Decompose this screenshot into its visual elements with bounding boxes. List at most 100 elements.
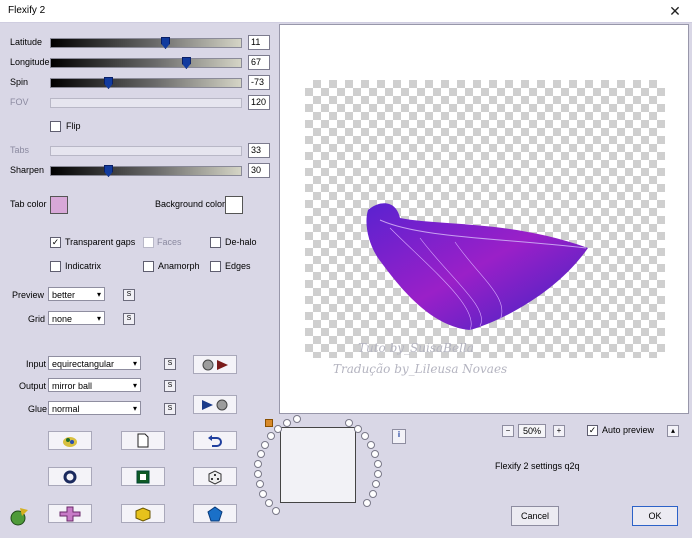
edges-checkbox[interactable] <box>210 261 221 272</box>
background-color-swatch[interactable] <box>225 196 243 214</box>
input-select[interactable]: equirectangular ▾ <box>48 356 141 370</box>
glue-s-button[interactable]: S <box>164 403 176 415</box>
longitude-value-field[interactable]: 67 <box>248 55 270 70</box>
input-label: Input <box>26 359 47 369</box>
cancel-button[interactable]: Cancel <box>511 506 559 526</box>
flip-label: Flip <box>66 121 81 131</box>
latitude-value-field[interactable]: 11 <box>248 35 270 50</box>
box-icon <box>135 506 151 522</box>
transparent-gaps-checkbox[interactable]: ✓ <box>50 237 61 248</box>
navigator-thumbnail[interactable] <box>280 427 356 503</box>
longitude-slider[interactable] <box>50 57 242 69</box>
undo-icon <box>208 434 222 447</box>
navigator-dot[interactable] <box>367 440 376 449</box>
cross-shape-button[interactable] <box>48 504 92 523</box>
indicatrix-checkbox[interactable] <box>50 261 61 272</box>
frame-button[interactable] <box>121 467 165 486</box>
anamorph-label: Anamorph <box>158 261 200 271</box>
tab-color-swatch[interactable] <box>50 196 68 214</box>
output-select[interactable]: mirror ball ▾ <box>48 378 141 392</box>
zoom-value: 50% <box>518 424 546 438</box>
sharpen-slider[interactable] <box>50 165 242 177</box>
navigator-dot[interactable] <box>259 489 268 498</box>
auto-preview-label: Auto preview <box>602 425 655 435</box>
ok-button[interactable]: OK <box>632 506 678 526</box>
preview-quality-select[interactable]: better ▾ <box>48 287 105 301</box>
navigator-dot[interactable] <box>353 425 362 434</box>
faces-checkbox[interactable] <box>143 237 154 248</box>
navigator-dot[interactable] <box>371 450 380 459</box>
latitude-label: Latitude <box>10 37 43 47</box>
ring-icon <box>63 470 77 483</box>
navigator-dot[interactable] <box>254 460 263 469</box>
navigator-dot[interactable] <box>282 419 291 428</box>
navigator-dot[interactable] <box>271 506 280 515</box>
zoom-out-button[interactable]: − <box>502 425 514 437</box>
output-s-button[interactable]: S <box>164 380 176 392</box>
spin-slider-thumb[interactable] <box>104 77 113 89</box>
collapse-icon[interactable]: ▴ <box>667 425 679 437</box>
navigator-marker[interactable] <box>265 419 273 427</box>
tabs-value-field[interactable]: 33 <box>248 143 270 158</box>
ring-button[interactable] <box>48 467 92 486</box>
info-icon[interactable]: i <box>392 429 406 444</box>
navigator-dot[interactable] <box>363 498 372 507</box>
de-halo-checkbox[interactable] <box>210 237 221 248</box>
glue-select[interactable]: normal ▾ <box>48 401 141 415</box>
spin-label: Spin <box>10 77 29 87</box>
grid-s-button[interactable]: S <box>123 313 135 325</box>
navigator-dot[interactable] <box>361 432 370 441</box>
output-label: Output <box>19 381 47 391</box>
navigator-dot[interactable] <box>372 480 381 489</box>
sharpen-value-field[interactable]: 30 <box>248 163 270 178</box>
longitude-slider-thumb[interactable] <box>181 57 191 69</box>
auto-preview-checkbox[interactable]: ✓ <box>587 425 598 436</box>
box-button[interactable] <box>121 504 165 523</box>
earth-pen-icon[interactable] <box>8 506 30 528</box>
randomize-input-button[interactable] <box>193 355 237 374</box>
edges-label: Edges <box>225 261 251 271</box>
watermark-line-2: Tradução by_Lileusa Novaes <box>333 362 508 376</box>
background-color-label: Background color <box>155 199 226 209</box>
navigator-dot[interactable] <box>373 460 382 469</box>
navigator-dot[interactable] <box>264 498 273 507</box>
flexify-shape-image <box>366 203 588 331</box>
faces-label: Faces <box>157 237 182 247</box>
title-bar <box>0 0 692 23</box>
document-icon <box>137 433 149 448</box>
latitude-slider[interactable] <box>50 37 242 49</box>
fov-slider[interactable] <box>50 98 242 108</box>
input-s-button[interactable]: S <box>164 358 176 370</box>
navigator-dot[interactable] <box>266 432 275 441</box>
load-preset-button[interactable] <box>48 431 92 450</box>
spin-value-field[interactable]: -73 <box>248 75 270 90</box>
navigator-dot[interactable] <box>260 440 269 449</box>
latitude-slider-thumb[interactable] <box>161 37 170 49</box>
tabs-slider[interactable] <box>50 146 242 156</box>
navigator-dot[interactable] <box>373 470 382 479</box>
pentagon-button[interactable] <box>193 504 237 523</box>
sharpen-slider-thumb[interactable] <box>104 165 113 177</box>
navigator-dot[interactable] <box>256 450 265 459</box>
close-icon[interactable]: ✕ <box>664 3 686 19</box>
zoom-in-button[interactable]: + <box>553 425 565 437</box>
flip-checkbox[interactable] <box>50 121 61 132</box>
random-button[interactable] <box>193 467 237 486</box>
randomize-output-button[interactable] <box>193 395 237 414</box>
navigator-dot[interactable] <box>292 414 301 423</box>
navigator-dot[interactable] <box>345 419 354 428</box>
spin-slider[interactable] <box>50 77 242 89</box>
anamorph-checkbox[interactable] <box>143 261 154 272</box>
undo-button[interactable] <box>193 431 237 450</box>
navigator-dot[interactable] <box>255 480 264 489</box>
navigator-dot[interactable] <box>368 489 377 498</box>
navigator-dot[interactable] <box>254 470 263 479</box>
new-document-button[interactable] <box>121 431 165 450</box>
fov-value-field[interactable]: 120 <box>248 95 270 110</box>
preview-s-button[interactable]: S <box>123 289 135 301</box>
tabs-label: Tabs <box>10 145 30 155</box>
pentagon-icon <box>207 505 223 521</box>
de-halo-label: De-halo <box>225 237 257 247</box>
grid-select[interactable]: none ▾ <box>48 311 105 325</box>
fov-label: FOV <box>10 97 29 107</box>
